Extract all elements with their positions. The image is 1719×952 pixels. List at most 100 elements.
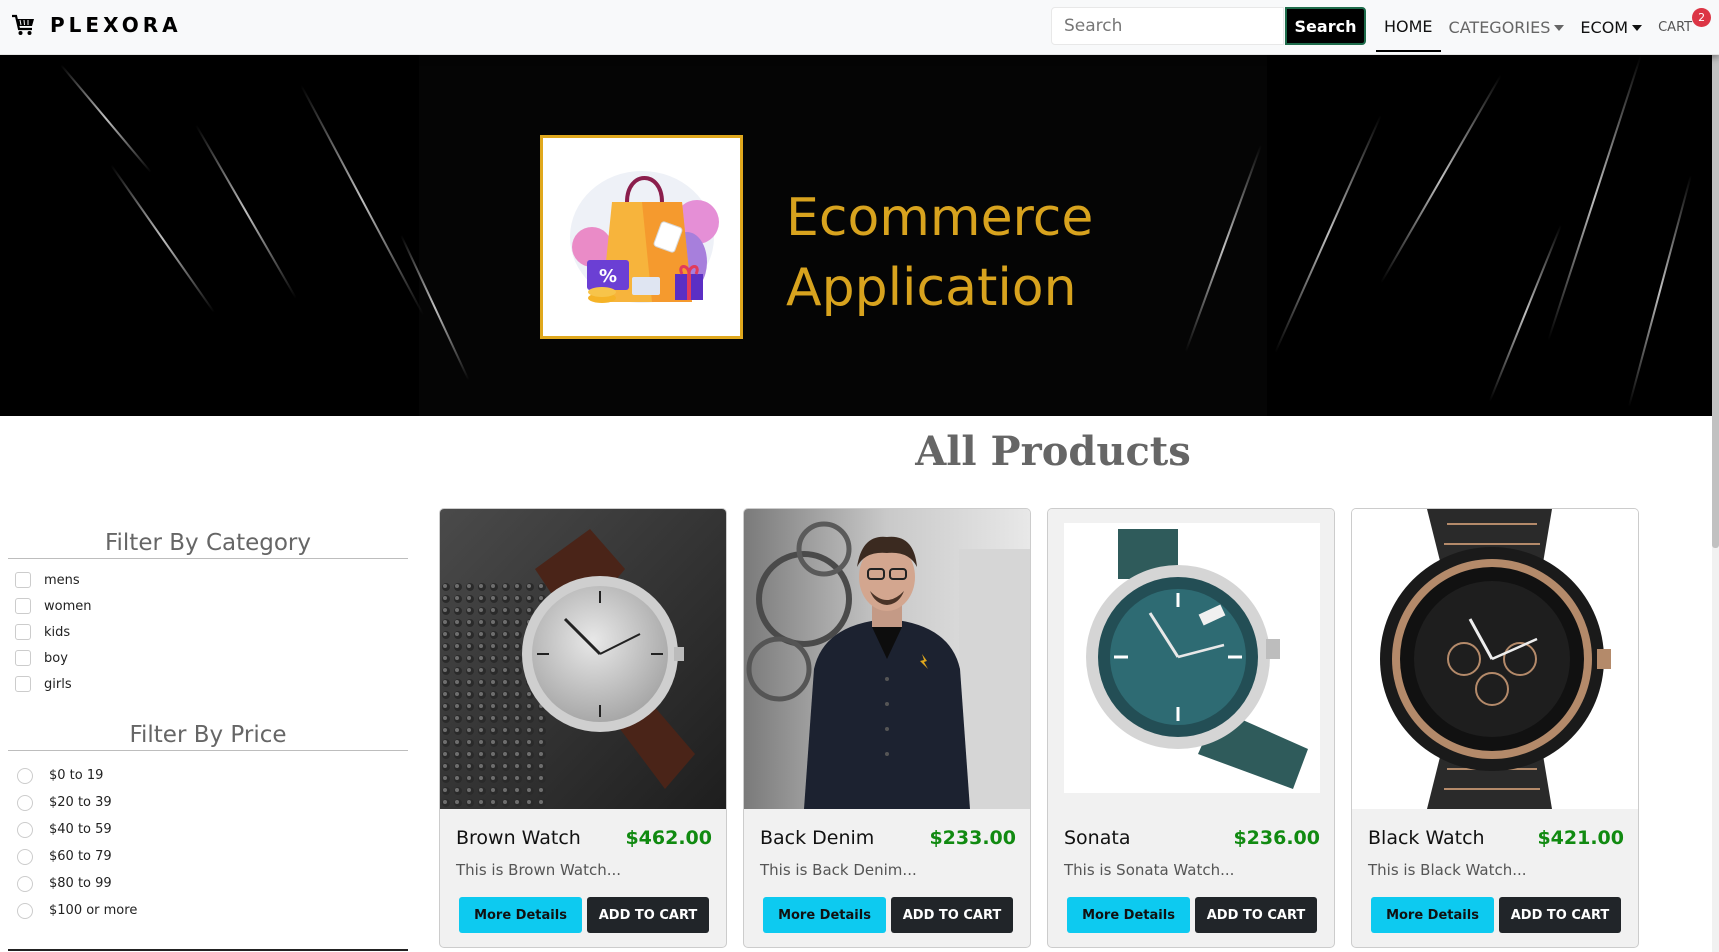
product-description: This is Sonata Watch... — [1064, 861, 1235, 879]
product-image[interactable] — [1352, 509, 1638, 809]
product-price: $233.00 — [929, 827, 1016, 849]
price-label: $60 to 79 — [49, 849, 112, 864]
checkbox[interactable] — [15, 598, 31, 614]
product-name: Brown Watch — [456, 827, 581, 849]
nav-cart[interactable]: CART 2 — [1658, 4, 1712, 52]
price-filter-80-99[interactable]: $80 to 99 — [15, 870, 408, 897]
nav-home[interactable]: HOME — [1376, 4, 1441, 52]
nav-categories-dropdown[interactable]: CATEGORIES — [1449, 4, 1565, 52]
checkbox[interactable] — [15, 676, 31, 692]
light-streak — [1274, 114, 1382, 353]
price-filter-0-19[interactable]: $0 to 19 — [15, 762, 408, 789]
page-scrollbar[interactable] — [1712, 0, 1719, 952]
product-image[interactable] — [1048, 509, 1334, 809]
hero-title: Ecommerce Application — [786, 183, 1093, 323]
product-image[interactable] — [440, 509, 726, 809]
product-price: $236.00 — [1233, 827, 1320, 849]
search-input[interactable] — [1051, 7, 1284, 45]
product-card: Black Watch $421.00 This is Black Watch.… — [1351, 508, 1639, 948]
product-description: This is Back Denim... — [760, 861, 917, 879]
radio-button[interactable] — [17, 821, 33, 838]
nav-ecom-dropdown[interactable]: ECOM — [1580, 4, 1643, 52]
hero-banner: % Ecommerce Application — [0, 55, 1712, 416]
radio-button[interactable] — [17, 767, 33, 784]
price-filter-100-plus[interactable]: $100 or more — [15, 897, 408, 924]
product-card: Sonata $236.00 This is Sonata Watch... M… — [1047, 508, 1335, 948]
black-watch-image — [1352, 509, 1638, 809]
product-card: Brown Watch $462.00 This is Brown Watch.… — [439, 508, 727, 948]
radio-button[interactable] — [17, 794, 33, 811]
price-label: $40 to 59 — [49, 822, 112, 837]
checkbox[interactable] — [15, 650, 31, 666]
product-price: $421.00 — [1537, 827, 1624, 849]
price-filter-20-39[interactable]: $20 to 39 — [15, 789, 408, 816]
more-details-button[interactable]: More Details — [763, 897, 886, 933]
price-filter-40-59[interactable]: $40 to 59 — [15, 816, 408, 843]
more-details-button[interactable]: More Details — [1067, 897, 1190, 933]
sonata-watch-image — [1048, 509, 1334, 809]
product-card: Back Denim $233.00 This is Back Denim...… — [743, 508, 1031, 948]
add-to-cart-button[interactable]: ADD TO CART — [891, 897, 1013, 933]
radio-button[interactable] — [17, 875, 33, 892]
price-filter-60-79[interactable]: $60 to 79 — [15, 843, 408, 870]
nav-links: HOME CATEGORIES ECOM CART 2 — [1376, 0, 1712, 55]
checkbox[interactable] — [15, 572, 31, 588]
hero-title-line2: Application — [786, 258, 1077, 318]
more-details-button[interactable]: More Details — [459, 897, 582, 933]
category-filter-kids[interactable]: kids — [15, 619, 408, 645]
filter-price-title: Filter By Price — [8, 722, 408, 751]
price-label: $0 to 19 — [49, 768, 104, 783]
product-name: Sonata — [1064, 827, 1131, 849]
chevron-down-icon — [1554, 24, 1565, 31]
add-to-cart-button[interactable]: ADD TO CART — [1499, 897, 1621, 933]
price-label: $100 or more — [49, 903, 138, 918]
cart-count-badge: 2 — [1692, 7, 1712, 27]
filter-category-title: Filter By Category — [8, 530, 408, 559]
cart-icon — [12, 14, 34, 35]
brand[interactable]: PLEXORA — [10, 12, 182, 38]
light-streak — [110, 164, 216, 314]
products-heading: All Products — [915, 428, 1191, 475]
chevron-down-icon — [1632, 24, 1643, 31]
light-streak — [1627, 174, 1692, 408]
category-filter-mens[interactable]: mens — [15, 567, 408, 593]
nav-cart-label: CART — [1658, 20, 1693, 35]
radio-button[interactable] — [17, 902, 33, 919]
light-streak — [1547, 55, 1642, 341]
add-to-cart-button[interactable]: ADD TO CART — [1195, 897, 1317, 933]
radio-button[interactable] — [17, 848, 33, 865]
nav-ecom-label: ECOM — [1580, 18, 1629, 37]
light-streak — [300, 84, 424, 316]
category-filter-women[interactable]: women — [15, 593, 408, 619]
svg-text:%: % — [599, 266, 617, 287]
light-streak — [1488, 224, 1562, 402]
nav-categories-label: CATEGORIES — [1448, 18, 1551, 37]
light-streak — [1380, 74, 1502, 284]
scrollbar-thumb[interactable] — [1712, 0, 1719, 548]
shopping-bag-icon: % — [569, 171, 719, 303]
hero-title-line1: Ecommerce — [786, 188, 1094, 248]
price-label: $20 to 39 — [49, 795, 112, 810]
light-streak — [60, 64, 152, 173]
category-label: girls — [44, 676, 72, 692]
category-label: mens — [44, 572, 80, 588]
back-denim-image — [744, 509, 1030, 809]
light-streak — [195, 124, 297, 299]
checkbox[interactable] — [15, 624, 31, 640]
category-filter-boy[interactable]: boy — [15, 645, 408, 671]
product-name: Black Watch — [1368, 827, 1485, 849]
filter-sidebar: Filter By Category mens women kids boy g… — [8, 530, 408, 924]
more-details-button[interactable]: More Details — [1371, 897, 1494, 933]
brand-name: PLEXORA — [50, 13, 182, 37]
product-image[interactable] — [744, 509, 1030, 809]
product-price: $462.00 — [625, 827, 712, 849]
shopping-bag-logo: % — [540, 135, 743, 339]
category-filter-list: mens women kids boy girls — [8, 559, 408, 697]
add-to-cart-button[interactable]: ADD TO CART — [587, 897, 709, 933]
product-name: Back Denim — [760, 827, 875, 849]
category-label: women — [44, 598, 92, 614]
category-label: boy — [44, 650, 68, 666]
category-filter-girls[interactable]: girls — [15, 671, 408, 697]
search-button[interactable]: Search — [1285, 7, 1366, 45]
brown-watch-image — [440, 509, 726, 809]
